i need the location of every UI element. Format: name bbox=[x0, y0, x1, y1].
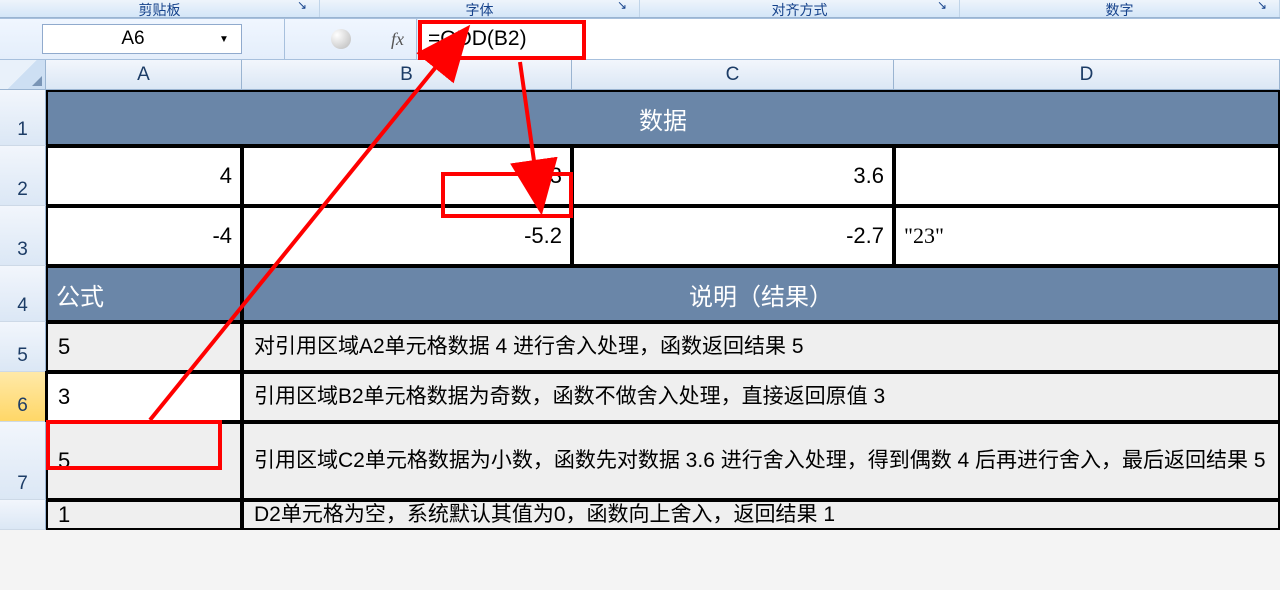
spreadsheet-grid: 1 数据 2 4 3 3.6 3 -4 -5.2 -2.7 "23" 4 公式 … bbox=[0, 90, 1280, 530]
ribbon-group-number[interactable]: 数字↘ bbox=[960, 0, 1280, 17]
col-header-D[interactable]: D bbox=[894, 60, 1280, 89]
row-header-4[interactable]: 4 bbox=[0, 266, 46, 322]
cell-C2[interactable]: 3.6 bbox=[572, 146, 894, 206]
formula-bar-buttons: fx bbox=[285, 19, 417, 59]
row-header-7[interactable]: 7 bbox=[0, 422, 46, 500]
row-header-3[interactable]: 3 bbox=[0, 206, 46, 266]
refresh-icon[interactable] bbox=[331, 29, 351, 49]
column-headers: A B C D bbox=[0, 60, 1280, 90]
ribbon-group-labels: 剪贴板↘ 字体↘ 对齐方式↘ 数字↘ bbox=[0, 0, 1280, 18]
row-header-8[interactable] bbox=[0, 500, 46, 530]
col-header-A[interactable]: A bbox=[46, 60, 242, 89]
row-header-6[interactable]: 6 bbox=[0, 372, 46, 422]
cell-desc-6[interactable]: 引用区域B2单元格数据为奇数，函数不做舍入处理，直接返回原值 3 bbox=[242, 372, 1280, 422]
formula-bar: A6 ▼ fx =ODD(B2) bbox=[0, 18, 1280, 60]
ribbon-group-font[interactable]: 字体↘ bbox=[320, 0, 640, 17]
ribbon-group-clipboard[interactable]: 剪贴板↘ bbox=[0, 0, 320, 17]
row-header-5[interactable]: 5 bbox=[0, 322, 46, 372]
name-box-text: A6 bbox=[51, 28, 215, 50]
ribbon-group-alignment[interactable]: 对齐方式↘ bbox=[640, 0, 960, 17]
cell-D2[interactable] bbox=[894, 146, 1280, 206]
name-box[interactable]: A6 ▼ bbox=[42, 24, 242, 54]
cell-A8[interactable]: 1 bbox=[46, 500, 242, 530]
cell-desc-7[interactable]: 引用区域C2单元格数据为小数，函数先对数据 3.6 进行舍入处理，得到偶数 4 … bbox=[242, 422, 1280, 500]
row-header-2[interactable]: 2 bbox=[0, 146, 46, 206]
cell-C3[interactable]: -2.7 bbox=[572, 206, 894, 266]
dialog-launcher-icon[interactable]: ↘ bbox=[935, 0, 949, 12]
select-all-corner[interactable] bbox=[0, 60, 46, 89]
cell-header-data[interactable]: 数据 bbox=[46, 90, 1280, 146]
cell-A5[interactable]: 5 bbox=[46, 322, 242, 372]
fx-icon[interactable]: fx bbox=[391, 29, 404, 50]
cell-A6[interactable]: 3 bbox=[46, 372, 242, 422]
formula-input[interactable]: =ODD(B2) bbox=[417, 19, 1280, 59]
row-header-1[interactable]: 1 bbox=[0, 90, 46, 146]
cell-B2[interactable]: 3 bbox=[242, 146, 572, 206]
col-header-C[interactable]: C bbox=[572, 60, 894, 89]
cell-A3[interactable]: -4 bbox=[46, 206, 242, 266]
cell-desc-8[interactable]: D2单元格为空，系统默认其值为0，函数向上舍入，返回结果 1 bbox=[242, 500, 1280, 530]
cell-A7[interactable]: 5 bbox=[46, 422, 242, 500]
cell-D3[interactable]: "23" bbox=[894, 206, 1280, 266]
formula-text: =ODD(B2) bbox=[428, 27, 527, 51]
dialog-launcher-icon[interactable]: ↘ bbox=[615, 0, 629, 12]
cell-A4[interactable]: 公式 bbox=[46, 266, 242, 322]
dialog-launcher-icon[interactable]: ↘ bbox=[1255, 0, 1269, 12]
cell-B3[interactable]: -5.2 bbox=[242, 206, 572, 266]
cell-BCD4[interactable]: 说明（结果） bbox=[242, 266, 1280, 322]
cell-A2[interactable]: 4 bbox=[46, 146, 242, 206]
dialog-launcher-icon[interactable]: ↘ bbox=[295, 0, 309, 12]
col-header-B[interactable]: B bbox=[242, 60, 572, 89]
cell-desc-5[interactable]: 对引用区域A2单元格数据 4 进行舍入处理，函数返回结果 5 bbox=[242, 322, 1280, 372]
chevron-down-icon[interactable]: ▼ bbox=[215, 34, 233, 45]
